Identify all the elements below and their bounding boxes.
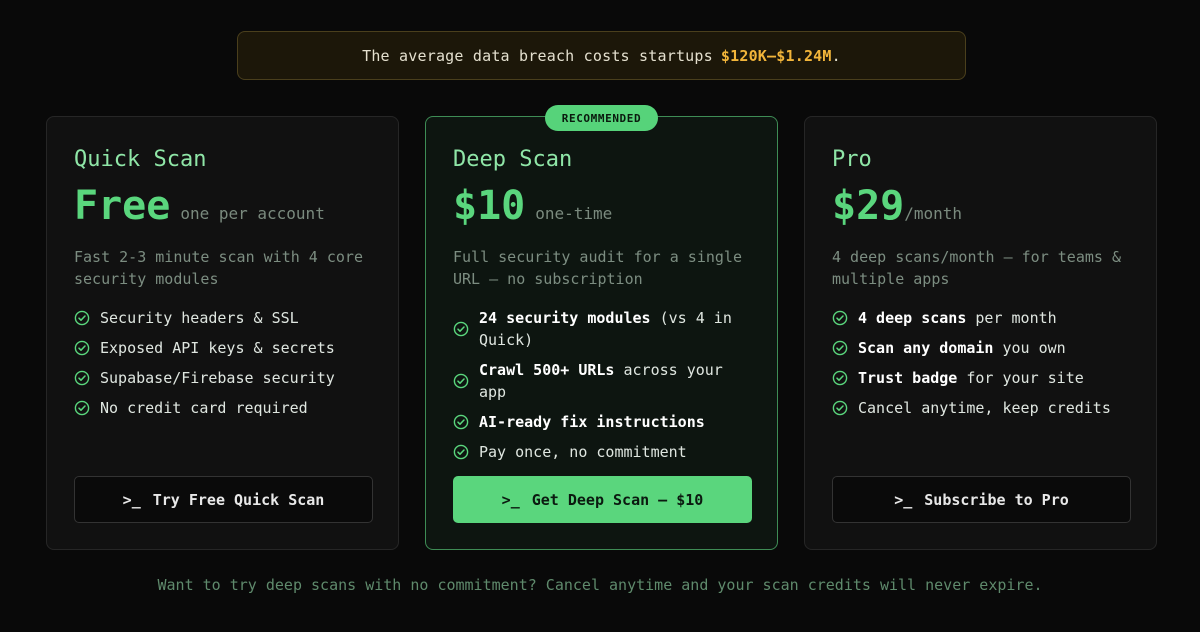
- check-circle-icon: [832, 340, 848, 356]
- breach-cost-banner: The average data breach costs startups $…: [237, 31, 966, 80]
- check-circle-icon: [74, 310, 90, 326]
- button-label: Try Free Quick Scan: [152, 490, 325, 509]
- feature-list: 24 security modules (vs 4 in Quick) Craw…: [453, 307, 750, 463]
- feature-item: Trust badge for your site: [832, 367, 1129, 389]
- feature-text: Exposed API keys & secrets: [100, 339, 335, 357]
- plan-name: Deep Scan: [453, 147, 573, 172]
- recommended-badge: RECOMMENDED: [545, 105, 658, 131]
- banner-suffix: .: [831, 46, 841, 65]
- feature-text: Pay once, no commitment: [479, 443, 687, 461]
- plan-description: Fast 2-3 minute scan with 4 core securit…: [74, 248, 363, 288]
- check-circle-icon: [74, 370, 90, 386]
- check-circle-icon: [453, 321, 469, 337]
- banner-text: The average data breach costs startups: [362, 46, 713, 65]
- feature-item: Supabase/Firebase security: [74, 367, 371, 389]
- plan-description: Full security audit for a single URL — n…: [453, 248, 742, 288]
- feature-bold: Scan any domain: [858, 339, 994, 357]
- feature-bold: AI-ready fix instructions: [479, 413, 705, 431]
- banner-highlight: $120K–$1.24M: [720, 46, 832, 65]
- feature-list: 4 deep scans per month Scan any domain y…: [832, 307, 1129, 419]
- feature-text: Cancel anytime, keep credits: [858, 399, 1111, 417]
- check-circle-icon: [74, 340, 90, 356]
- feature-item: Cancel anytime, keep credits: [832, 397, 1129, 419]
- plan-description: 4 deep scans/month — for teams & multipl…: [832, 248, 1121, 288]
- feature-text: you own: [993, 339, 1066, 357]
- feature-text: Security headers & SSL: [100, 309, 299, 327]
- price-row: $29 /month: [832, 183, 1129, 229]
- feature-bold: 24 security modules: [479, 309, 651, 327]
- price-row: $10 one-time: [453, 183, 750, 229]
- button-label: Subscribe to Pro: [924, 490, 1069, 509]
- feature-text: No credit card required: [100, 399, 308, 417]
- check-circle-icon: [74, 400, 90, 416]
- price-row: Free one per account: [74, 183, 371, 229]
- feature-bold: Trust badge: [858, 369, 958, 387]
- plan-card-pro: Pro $29 /month 4 deep scans/month — for …: [804, 116, 1157, 550]
- feature-bold: Crawl 500+ URLs: [479, 361, 615, 379]
- price-note: one-time: [535, 204, 613, 223]
- feature-item: Security headers & SSL: [74, 307, 371, 329]
- subscribe-to-pro-button[interactable]: >_ Subscribe to Pro: [832, 476, 1131, 523]
- plan-name: Pro: [832, 147, 872, 172]
- check-circle-icon: [453, 373, 469, 389]
- feature-item: AI-ready fix instructions: [453, 411, 750, 433]
- feature-item: Pay once, no commitment: [453, 441, 750, 463]
- check-circle-icon: [832, 310, 848, 326]
- terminal-prompt-icon: >_: [501, 490, 520, 509]
- try-free-quick-scan-button[interactable]: >_ Try Free Quick Scan: [74, 476, 373, 523]
- check-circle-icon: [453, 444, 469, 460]
- feature-bold: 4 deep scans: [858, 309, 967, 327]
- feature-item: Scan any domain you own: [832, 337, 1129, 359]
- footnote: Want to try deep scans with no commitmen…: [157, 576, 1043, 594]
- get-deep-scan-button[interactable]: >_ Get Deep Scan — $10: [453, 476, 752, 523]
- feature-item: 24 security modules (vs 4 in Quick): [453, 307, 750, 351]
- feature-text: Supabase/Firebase security: [100, 369, 335, 387]
- feature-text: for your site: [957, 369, 1084, 387]
- feature-list: Security headers & SSL Exposed API keys …: [74, 307, 371, 419]
- price-note: /month: [904, 204, 963, 223]
- terminal-prompt-icon: >_: [122, 490, 141, 509]
- plan-price: Free: [74, 183, 171, 229]
- button-label: Get Deep Scan — $10: [531, 490, 704, 509]
- feature-item: Crawl 500+ URLs across your app: [453, 359, 750, 403]
- feature-text: per month: [966, 309, 1057, 327]
- plan-name: Quick Scan: [74, 147, 207, 172]
- check-circle-icon: [832, 370, 848, 386]
- feature-item: 4 deep scans per month: [832, 307, 1129, 329]
- feature-item: Exposed API keys & secrets: [74, 337, 371, 359]
- plan-card-deep-scan: Deep Scan $10 one-time Full security aud…: [425, 116, 778, 550]
- plan-card-quick-scan: Quick Scan Free one per account Fast 2-3…: [46, 116, 399, 550]
- check-circle-icon: [832, 400, 848, 416]
- check-circle-icon: [453, 414, 469, 430]
- plan-price: $29: [832, 183, 905, 229]
- feature-item: No credit card required: [74, 397, 371, 419]
- terminal-prompt-icon: >_: [894, 490, 913, 509]
- plan-price: $10: [453, 183, 526, 229]
- price-note: one per account: [180, 204, 325, 223]
